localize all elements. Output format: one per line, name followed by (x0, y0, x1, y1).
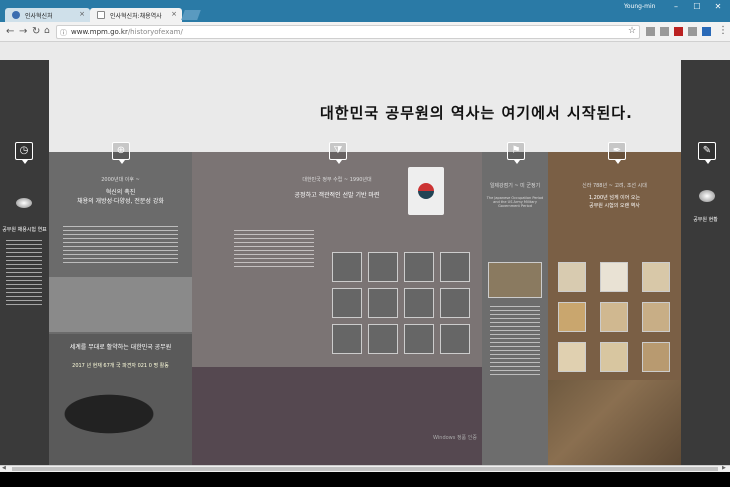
section-era: 대한민국 정부 수립 ~ 1990년대 (302, 177, 372, 183)
right-sidebar: ✎ 공무원 현황 (681, 60, 730, 465)
menu-icon[interactable]: ⋮ (718, 25, 728, 36)
section-republic[interactable]: 대한민국 정부 수립 ~ 1990년대 공정하고 객관적인 선발 기반 마련 W… (192, 152, 482, 465)
world-map (63, 384, 178, 444)
clock-icon[interactable]: ◷ (15, 142, 33, 164)
artifact-photo (642, 262, 670, 292)
close-window-button[interactable]: ✕ (710, 2, 726, 11)
close-icon[interactable]: × (171, 10, 177, 18)
left-sidebar: ◷ 공무원 채용시험 연표 (0, 60, 49, 465)
section-era: 신라 788년 ~ 고려, 조선 시대 (582, 183, 647, 189)
pdf-extension-icon[interactable] (674, 27, 683, 36)
artifact-photo (642, 342, 670, 372)
archive-photo (440, 324, 470, 354)
archive-photo (440, 288, 470, 318)
extension-icon[interactable] (702, 27, 711, 36)
close-icon[interactable]: × (79, 10, 85, 18)
archive-photo (368, 288, 398, 318)
url-path: /historyofexam/ (127, 28, 183, 36)
new-tab-button[interactable] (181, 10, 201, 20)
artifact-photo (600, 342, 628, 372)
world-subtitle: 2017 년 현재 67개 국 파견자 021 0 명 활동 (72, 363, 169, 369)
section-text (490, 306, 540, 376)
tab-label: 인사혁신처:채용역사 (110, 13, 162, 20)
archive-photo (368, 252, 398, 282)
artifact-photo (558, 302, 586, 332)
archive-photo (332, 288, 362, 318)
page-headline: 대한민국 공무원의 역사는 여기에서 시작된다. (320, 104, 633, 122)
maximize-button[interactable]: ☐ (689, 2, 705, 11)
section-title: 공정하고 객관적인 선발 기반 마련 (294, 192, 380, 199)
site-favicon-icon (12, 11, 20, 19)
tab-mpm-home[interactable]: 인사혁신처 × (5, 8, 90, 22)
archive-photo (404, 324, 434, 354)
lamp-icon (699, 190, 715, 202)
horizontal-scrollbar[interactable]: ◀ ▶ (0, 465, 730, 472)
archive-photo (332, 324, 362, 354)
edit-icon[interactable]: ✎ (698, 142, 716, 164)
scroll-right-icon[interactable]: ▶ (722, 465, 726, 471)
extension-icon[interactable] (660, 27, 669, 36)
browser-titlebar: 인사혁신처 × 인사혁신처:채용역사 × Young-min – ☐ ✕ (0, 0, 730, 22)
section-occupation[interactable]: 일제강점기 ~ 미 군정기 The Japanese Occupation Pe… (482, 152, 548, 465)
browser-toolbar: ← → ↻ ⌂ ⓘ www.mpm.go.kr/historyofexam/ ☆… (0, 22, 730, 42)
globe-icon[interactable]: ⊕ (112, 142, 130, 164)
artifact-photo (558, 262, 586, 292)
letterbox (0, 472, 730, 487)
tab-recruit-history[interactable]: 인사혁신처:채용역사 × (90, 8, 182, 22)
timeline-label[interactable]: 공무원 채용시험 연표 (2, 226, 47, 233)
painting-image (548, 380, 681, 465)
artifact-photo (600, 302, 628, 332)
archive-photo (404, 288, 434, 318)
section-title: The Japanese Occupation Period and the U… (486, 196, 544, 208)
minimize-button[interactable]: – (668, 2, 684, 11)
filter-icon[interactable]: ⧩ (329, 142, 347, 164)
section-era: 2000년대 이후 ~ (101, 177, 140, 183)
page-icon (97, 11, 105, 19)
pen-icon[interactable]: ✒ (608, 142, 626, 164)
lamp-icon (16, 198, 32, 208)
document-images (49, 277, 192, 332)
forward-icon[interactable]: → (19, 26, 27, 37)
tab-label: 인사혁신처 (25, 13, 53, 20)
scroll-left-icon[interactable]: ◀ (2, 465, 6, 471)
section-silla-joseon[interactable]: 신라 788년 ~ 고려, 조선 시대 1,200년 넘게 이어 오는 공무원 … (548, 152, 681, 465)
museum-exhibit (192, 367, 482, 465)
home-icon[interactable]: ⌂ (44, 26, 50, 36)
timeline-list (6, 240, 42, 308)
info-icon: ⓘ (60, 29, 67, 37)
section-2000s[interactable]: 2000년대 이후 ~ 혁신의 촉진 채용의 개방성·다양성, 전문성 강화 세… (49, 152, 192, 465)
flag-icon[interactable]: ⚑ (507, 142, 525, 164)
section-era: 일제강점기 ~ 미 군정기 (489, 183, 541, 189)
page-viewport: ◷ 공무원 채용시험 연표 ✎ 공무원 현황 대한민국 공무원의 역사는 여기에… (0, 42, 730, 465)
stats-label[interactable]: 공무원 현황 (683, 216, 728, 223)
windows-watermark: Windows 정품 인증 (433, 435, 477, 441)
archive-photo (488, 262, 542, 298)
archive-photo (368, 324, 398, 354)
section-text (63, 226, 178, 266)
section-text (234, 230, 314, 270)
reload-icon[interactable]: ↻ (32, 26, 40, 37)
archive-photo (440, 252, 470, 282)
archive-photo (332, 252, 362, 282)
bookmark-star-icon[interactable]: ☆ (628, 26, 636, 36)
url-host: www.mpm.go.kr (71, 28, 128, 36)
artifact-photo (600, 262, 628, 292)
extension-icon[interactable] (688, 27, 697, 36)
scrollbar-thumb[interactable] (12, 467, 718, 471)
address-bar[interactable]: ⓘ www.mpm.go.kr/historyofexam/ (56, 25, 640, 39)
section-title: 혁신의 촉진 채용의 개방성·다양성, 전문성 강화 (77, 189, 164, 205)
section-title: 1,200년 넘게 이어 오는 공무원 시험의 오랜 역사 (588, 195, 641, 209)
world-panel: 세계를 무대로 활약하는 대한민국 공무원 2017 년 현재 67개 국 파견… (49, 334, 192, 465)
artifact-photo (642, 302, 670, 332)
artifact-photo (558, 342, 586, 372)
extension-icon[interactable] (646, 27, 655, 36)
archive-photo (404, 252, 434, 282)
back-icon[interactable]: ← (6, 26, 14, 37)
profile-name[interactable]: Young-min (624, 3, 655, 10)
world-title: 세계를 무대로 활약하는 대한민국 공무원 (69, 344, 172, 351)
